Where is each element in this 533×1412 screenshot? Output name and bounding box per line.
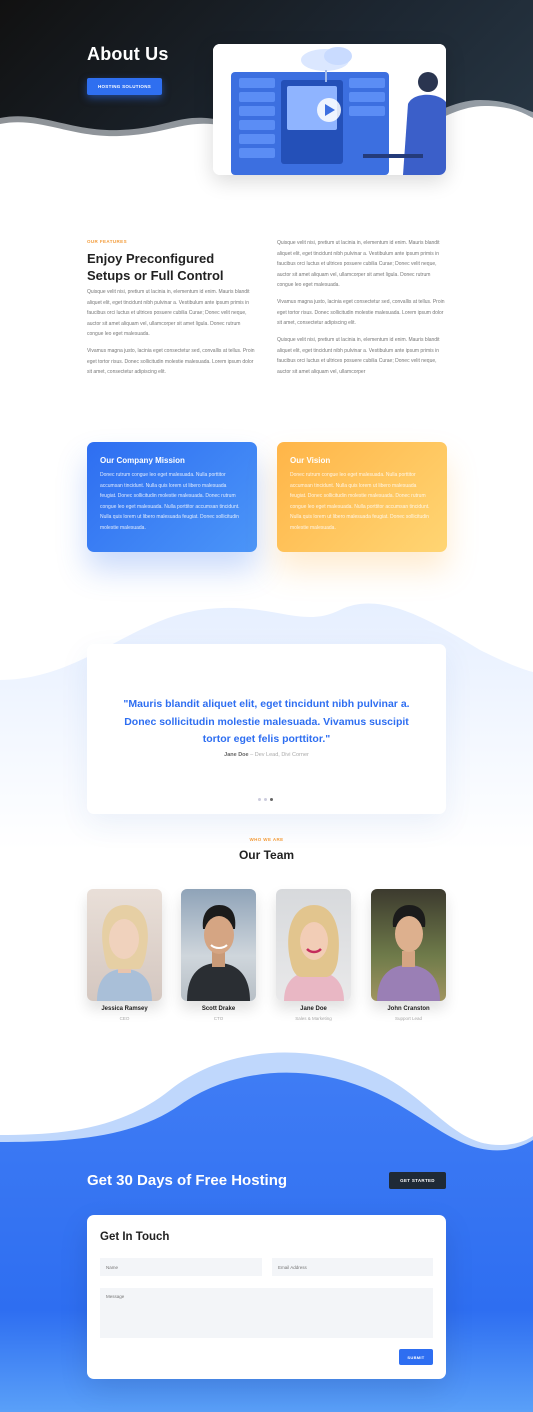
slider-dot-active[interactable]	[270, 798, 273, 801]
mission-card-text: Donec rutrum congue leo eget malesuada. …	[100, 472, 240, 531]
features-paragraph-2: Vivamus magna justo, lacinia eget consec…	[87, 348, 255, 375]
slider-dot[interactable]	[258, 798, 261, 801]
team-member-name: John Cranston	[387, 1006, 430, 1012]
vision-card-title: Our Vision	[290, 456, 331, 465]
testimonial-author-role: – Dev Lead, Divi Corner	[248, 752, 309, 758]
contact-title: Get In Touch	[100, 1231, 170, 1243]
slider-pagination	[258, 798, 273, 801]
testimonial-author-name: Jane Doe	[224, 752, 249, 758]
team-member-photo	[87, 889, 162, 1001]
hosting-solutions-button[interactable]: HOSTING SOLUTIONS	[87, 78, 162, 95]
features-kicker: OUR FEATURES	[87, 239, 127, 244]
mission-card-title: Our Company Mission	[100, 456, 185, 465]
features-paragraph-3: Quisque velit nisi, pretium ut lacinia i…	[277, 240, 440, 288]
testimonial-author: Jane Doe – Dev Lead, Divi Corner	[87, 752, 446, 758]
slider-dot[interactable]	[264, 798, 267, 801]
team-kicker: WHO WE ARE	[249, 837, 284, 842]
vision-card-text: Donec rutrum congue leo eget malesuada. …	[290, 472, 430, 531]
team-member-role: Sales & Marketing	[295, 1016, 332, 1021]
features-paragraph-1: Quisque velit nisi, pretium ut lacinia i…	[87, 289, 250, 337]
submit-button[interactable]: SUBMIT	[399, 1349, 433, 1365]
hero-illustration	[213, 44, 446, 175]
cta-title: Get 30 Days of Free Hosting	[87, 1172, 288, 1189]
team-member: Jessica Ramsey CEO	[87, 889, 162, 1021]
name-field[interactable]	[100, 1258, 262, 1276]
email-field[interactable]	[272, 1258, 433, 1276]
features-paragraph-5: Quisque velit nisi, pretium ut lacinia i…	[277, 337, 440, 375]
team-member-name: Jane Doe	[300, 1006, 327, 1012]
page-title: About Us	[87, 44, 169, 64]
team-member-role: CEO	[119, 1016, 130, 1021]
team-member: John Cranston Support Lead	[371, 889, 446, 1021]
team-member-photo	[181, 889, 256, 1001]
team-member-role: CTO	[213, 1016, 224, 1021]
team-member-role: Support Lead	[394, 1016, 423, 1021]
contact-form-card: Get In Touch SUBMIT	[87, 1215, 446, 1379]
features-paragraph-4: Vivamus magna justo, lacinia eget consec…	[277, 299, 445, 326]
team-member-name: Scott Drake	[201, 1006, 236, 1012]
team-member: Scott Drake CTO	[181, 889, 256, 1021]
get-started-button[interactable]: GET STARTED	[389, 1172, 446, 1189]
message-field[interactable]	[100, 1288, 433, 1338]
mission-card: Our Company Mission Donec rutrum congue …	[87, 442, 257, 552]
team-member-photo	[276, 889, 351, 1001]
team-title: Our Team	[238, 848, 295, 862]
testimonial-card: "Mauris blandit aliquet elit, eget tinci…	[87, 644, 446, 814]
team-member-name: Jessica Ramsey	[101, 1006, 148, 1012]
features-title: Enjoy Preconfigured Setups or Full Contr…	[87, 251, 224, 283]
team-member-photo	[371, 889, 446, 1001]
testimonial-quote: "Mauris blandit aliquet elit, eget tinci…	[123, 698, 410, 745]
vision-card: Our Vision Donec rutrum congue leo eget …	[277, 442, 447, 552]
team-member: Jane Doe Sales & Marketing	[276, 889, 351, 1021]
